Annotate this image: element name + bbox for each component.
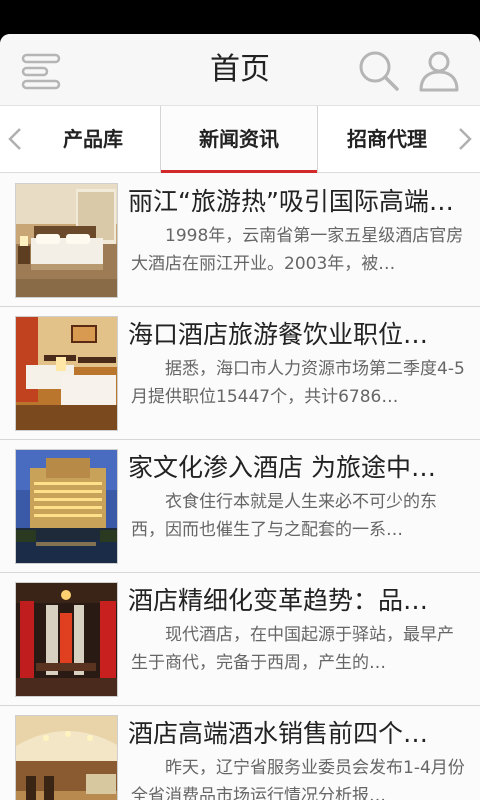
news-thumbnail (15, 183, 118, 298)
news-summary: 现代酒店，在中国起源于驿站，最早产生于商代，完备于西周，产生的… (131, 625, 454, 673)
news-thumbnail (15, 715, 118, 800)
news-summary: 1998年，云南省第一家五星级酒店官房大酒店在丽江开业。2003年，被… (131, 226, 464, 274)
app-screen: 首页 产品库 新闻资讯 招商代理 丽江“旅游热”吸引国际高端… 1998年，云南… (0, 34, 480, 800)
user-icon (419, 51, 459, 92)
list-item[interactable]: 家文化渗入酒店 为旅途中… 衣食住行本就是人生来必不可少的东西，因而也催生了与之… (0, 440, 480, 573)
chevron-right-icon (459, 128, 472, 150)
status-bar (0, 0, 480, 34)
news-title: 家文化渗入酒店 为旅途中… (128, 453, 436, 482)
news-thumbnail (15, 316, 118, 431)
list-item[interactable]: 酒店高端酒水销售前四个… 昨天，辽宁省服务业委员会发布1-4月份全省消费品市场运… (0, 706, 480, 800)
search-icon (359, 51, 399, 91)
tab-label: 产品库 (63, 127, 123, 151)
page-title: 首页 (210, 52, 270, 87)
news-title: 酒店高端酒水销售前四个… (128, 719, 429, 748)
news-summary: 据悉，海口市人力资源市场第二季度4-5月提供职位15447个，共计6786… (131, 359, 465, 407)
top-header: 首页 (0, 34, 480, 106)
news-thumbnail (15, 582, 118, 697)
news-title: 丽江“旅游热”吸引国际高端… (128, 187, 454, 216)
news-title: 海口酒店旅游餐饮业职位… (128, 320, 429, 349)
list-item[interactable]: 酒店精细化变革趋势：品… 现代酒店，在中国起源于驿站，最早产生于商代，完备于西周… (0, 573, 480, 706)
news-summary: 昨天，辽宁省服务业委员会发布1-4月份全省消费品市场运行情况分析报… (131, 758, 465, 800)
tab-news[interactable]: 新闻资讯 (160, 106, 318, 173)
tabs-scroll-right-button[interactable] (452, 126, 476, 152)
tab-products[interactable]: 产品库 (28, 106, 158, 173)
news-list: 丽江“旅游热”吸引国际高端… 1998年，云南省第一家五星级酒店官房大酒店在丽江… (0, 174, 480, 800)
chevron-left-icon (8, 128, 21, 150)
news-title: 酒店精细化变革趋势：品… (128, 586, 429, 615)
list-item[interactable]: 丽江“旅游热”吸引国际高端… 1998年，云南省第一家五星级酒店官房大酒店在丽江… (0, 174, 480, 307)
news-summary: 衣食住行本就是人生来必不可少的东西，因而也催生了与之配套的一系… (131, 492, 437, 540)
tabs-scroll-left-button[interactable] (4, 126, 28, 152)
tab-franchise[interactable]: 招商代理 (320, 106, 454, 173)
tab-label: 新闻资讯 (199, 127, 279, 151)
list-item[interactable]: 海口酒店旅游餐饮业职位… 据悉，海口市人力资源市场第二季度4-5月提供职位154… (0, 307, 480, 440)
user-button[interactable] (416, 48, 462, 94)
search-button[interactable] (356, 48, 402, 94)
tab-label: 招商代理 (347, 127, 427, 151)
active-tab-indicator (161, 170, 317, 173)
news-thumbnail (15, 449, 118, 564)
category-tabs: 产品库 新闻资讯 招商代理 (0, 106, 480, 173)
